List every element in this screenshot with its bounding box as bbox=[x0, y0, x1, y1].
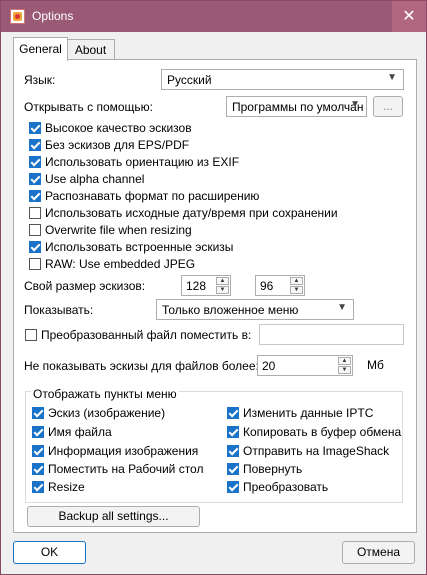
checkbox-icon bbox=[32, 407, 44, 419]
show-label: Показывать: bbox=[24, 303, 94, 317]
checkbox-icon bbox=[227, 463, 239, 475]
checkbox-label: Отправить на ImageShack bbox=[243, 444, 390, 458]
menu-group-title: Отображать пункты меню bbox=[31, 387, 179, 401]
checkbox-label: Информация изображения bbox=[48, 444, 199, 458]
chevron-down-icon: ▼ bbox=[387, 72, 397, 83]
spin-down-icon[interactable]: ▼ bbox=[216, 286, 229, 294]
max-size-unit: Мб bbox=[367, 358, 384, 372]
max-size-value: 20 bbox=[262, 359, 276, 373]
cancel-button[interactable]: Отмена bbox=[342, 541, 415, 564]
checkbox-icon bbox=[29, 122, 41, 134]
checkbox-label: Распознавать формат по расширению bbox=[45, 189, 260, 203]
checkbox-label: RAW: Use embedded JPEG bbox=[45, 257, 196, 271]
checkbox-icon bbox=[227, 445, 239, 457]
checkbox-label: Изменить данные IPTC bbox=[243, 406, 374, 420]
checkbox-icon bbox=[29, 258, 41, 270]
window-title: Options bbox=[32, 9, 74, 23]
max-size-label: Не показывать эскизы для файлов более: bbox=[24, 359, 259, 373]
spin-down-icon[interactable]: ▼ bbox=[338, 366, 351, 374]
checkbox-label: Использовать встроенные эскизы bbox=[45, 240, 234, 254]
title-bar[interactable]: Options ✕ bbox=[1, 1, 426, 32]
checkbox-label: Эскиз (изображение) bbox=[48, 406, 166, 420]
checkbox-label: Преобразовать bbox=[243, 480, 329, 494]
checkbox-label: Преобразованный файл поместить в: bbox=[41, 328, 252, 342]
checkbox-label: Без эскизов для EPS/PDF bbox=[45, 138, 190, 152]
thumb-height-value: 96 bbox=[260, 279, 274, 293]
checkbox-icon bbox=[29, 156, 41, 168]
checkbox-label: Копировать в буфер обмена bbox=[243, 425, 402, 439]
thumb-width-stepper[interactable]: 128 ▲ ▼ bbox=[181, 275, 231, 296]
spin-up-icon[interactable]: ▲ bbox=[216, 277, 229, 285]
thumb-width-value: 128 bbox=[186, 279, 207, 293]
browse-button[interactable]: ... bbox=[373, 96, 403, 117]
language-select[interactable]: Русский ▼ bbox=[161, 69, 404, 90]
checkbox-icon bbox=[32, 426, 44, 438]
checkbox-icon bbox=[227, 481, 239, 493]
open-with-value: Программы по умолчан bbox=[232, 100, 364, 114]
checkbox-label: Имя файла bbox=[48, 425, 112, 439]
options-dialog: Options ✕ General About Язык: Русский ▼ … bbox=[0, 0, 427, 575]
app-icon bbox=[10, 9, 25, 24]
checkbox-label: Повернуть bbox=[243, 462, 303, 476]
checkbox-label: Высокое качество эскизов bbox=[45, 121, 192, 135]
tab-general[interactable]: General bbox=[13, 37, 68, 61]
close-button[interactable]: ✕ bbox=[392, 1, 426, 32]
checkbox-icon bbox=[32, 445, 44, 457]
language-label: Язык: bbox=[24, 73, 56, 87]
tab-about[interactable]: About bbox=[66, 39, 115, 60]
checkbox-icon bbox=[32, 481, 44, 493]
thumb-height-stepper[interactable]: 96 ▲ ▼ bbox=[255, 275, 305, 296]
checkbox-label: Поместить на Рабочий стол bbox=[48, 462, 204, 476]
language-value: Русский bbox=[167, 73, 212, 87]
spin-up-icon[interactable]: ▲ bbox=[338, 357, 351, 365]
checkbox-label: Overwrite file when resizing bbox=[45, 223, 192, 237]
show-value: Только вложенное меню bbox=[162, 303, 299, 317]
checkbox-label: Resize bbox=[48, 480, 85, 494]
checkbox-icon bbox=[227, 426, 239, 438]
checkbox-label: Использовать ориентацию из EXIF bbox=[45, 155, 240, 169]
backup-settings-button[interactable]: Backup all settings... bbox=[27, 506, 200, 527]
checkbox-icon bbox=[29, 224, 41, 236]
checkbox-icon bbox=[29, 139, 41, 151]
checkbox-icon bbox=[32, 463, 44, 475]
spin-down-icon[interactable]: ▼ bbox=[290, 286, 303, 294]
converted-dest-input[interactable] bbox=[259, 324, 404, 345]
checkbox-label: Использовать исходные дату/время при сох… bbox=[45, 206, 338, 220]
checkbox-icon bbox=[29, 173, 41, 185]
open-with-label: Открывать с помощью: bbox=[24, 100, 153, 114]
checkbox-icon bbox=[25, 329, 37, 341]
checkbox-icon bbox=[29, 241, 41, 253]
max-size-stepper[interactable]: 20 ▲ ▼ bbox=[257, 355, 353, 376]
show-select[interactable]: Только вложенное меню ▼ bbox=[156, 299, 354, 320]
open-with-select[interactable]: Программы по умолчан ▼ bbox=[226, 96, 367, 117]
checkbox-icon bbox=[29, 190, 41, 202]
checkbox-icon bbox=[29, 207, 41, 219]
chevron-down-icon: ▼ bbox=[337, 302, 347, 313]
chevron-down-icon: ▼ bbox=[350, 99, 360, 110]
spin-up-icon[interactable]: ▲ bbox=[290, 277, 303, 285]
checkbox-label: Use alpha channel bbox=[45, 172, 145, 186]
ok-button[interactable]: OK bbox=[13, 541, 86, 564]
checkbox-icon bbox=[227, 407, 239, 419]
thumb-size-label: Свой размер эскизов: bbox=[24, 279, 146, 293]
